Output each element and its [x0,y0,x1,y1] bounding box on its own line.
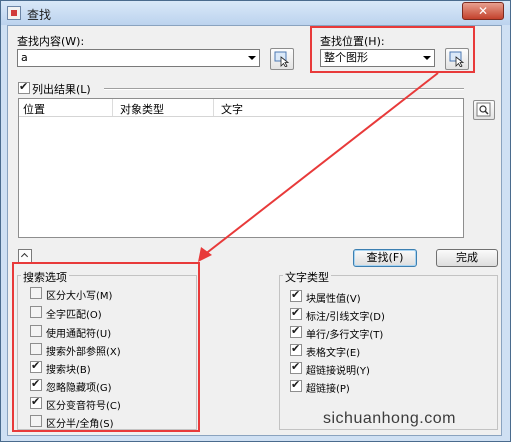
watermark: sichuanhong.com [323,410,456,427]
annotation-arrow-icon [198,72,439,262]
